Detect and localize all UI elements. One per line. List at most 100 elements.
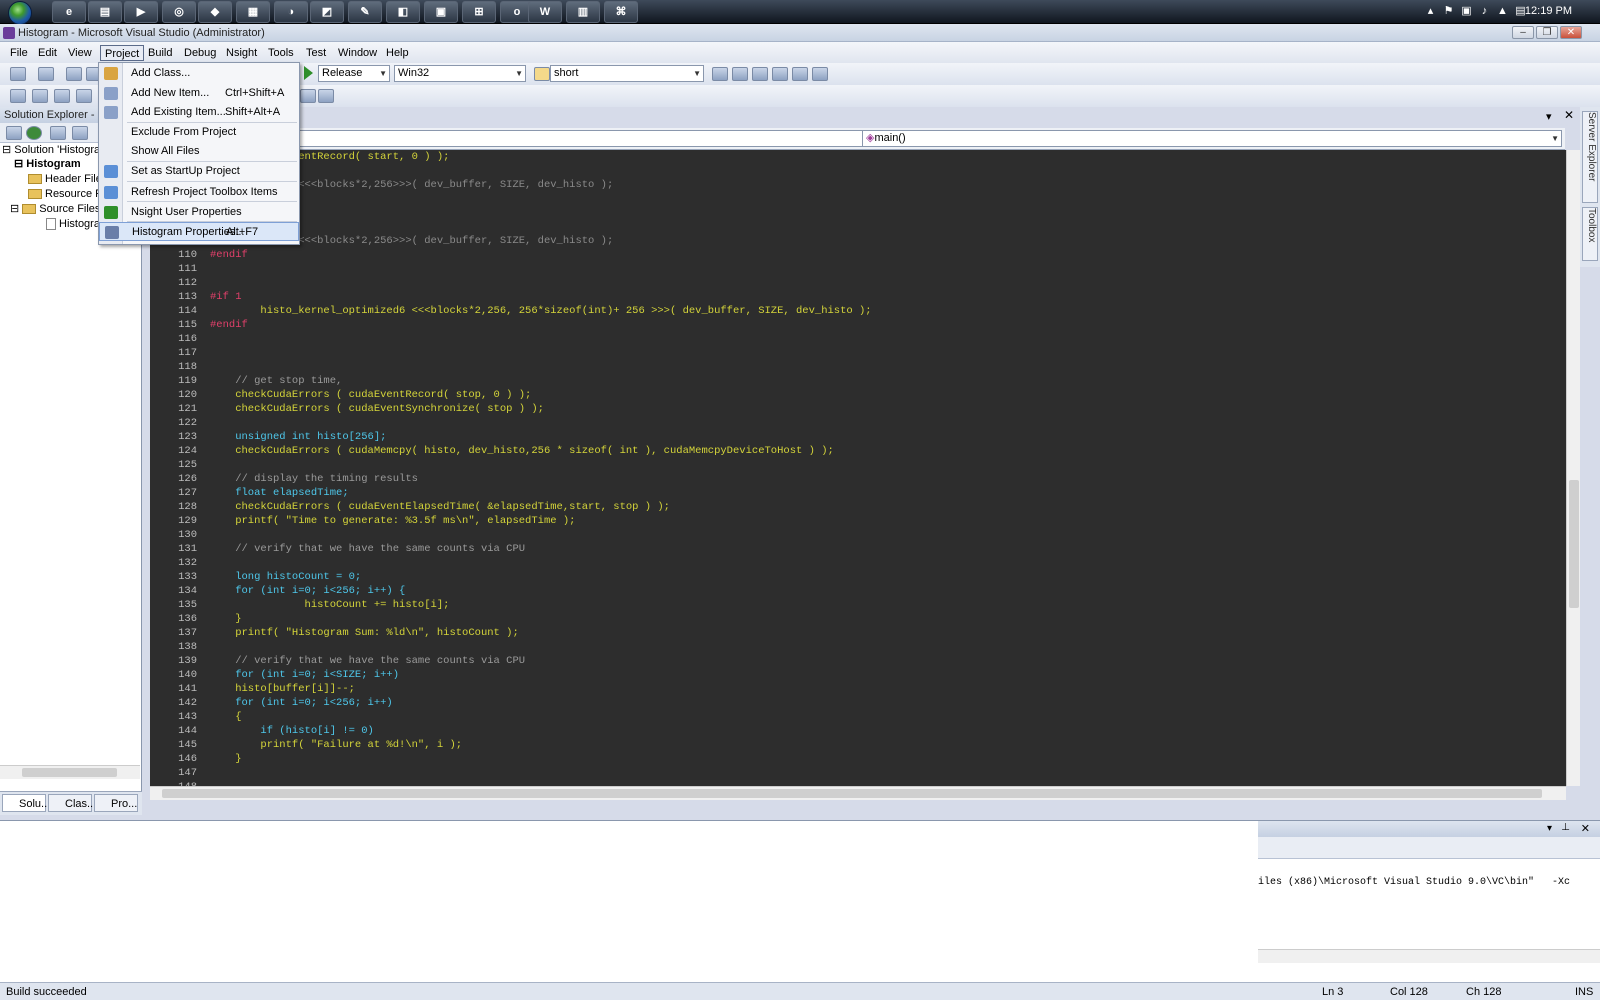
chevron-up-icon[interactable]: ▴ [1424, 5, 1437, 18]
clock[interactable]: 12:19 PM [1525, 5, 1572, 17]
taskbar-app-11-icon[interactable]: ▣ [424, 1, 458, 23]
maximize-button[interactable]: ❐ [1536, 26, 1558, 39]
find-combo[interactable]: short ▼ [550, 65, 704, 82]
output-horizontal-scrollbar[interactable] [1258, 949, 1600, 963]
window-icon[interactable] [812, 67, 828, 81]
drive-icon[interactable]: ▲ [1496, 5, 1509, 18]
menu-build[interactable]: Build [144, 45, 176, 61]
taskbar-app-6-icon[interactable]: ▦ [236, 1, 270, 23]
menu-debug[interactable]: Debug [180, 45, 220, 61]
close-editor-icon[interactable]: ✕ [1564, 108, 1574, 122]
scrollbar-thumb[interactable] [22, 768, 117, 777]
tree-toggle[interactable]: ⊟ [14, 158, 23, 170]
outdent-icon[interactable] [32, 89, 48, 103]
menu-tools[interactable]: Tools [264, 45, 298, 61]
code-text: // display the timing results [210, 473, 418, 485]
start-page-icon[interactable] [792, 67, 808, 81]
toolbox-icon[interactable] [772, 67, 788, 81]
network-icon[interactable]: ▣ [1460, 5, 1473, 18]
find-in-files-icon[interactable] [712, 67, 728, 81]
platform-combo[interactable]: Win32 ▼ [394, 65, 526, 82]
new-project-icon[interactable] [10, 67, 26, 81]
tab-toolbox[interactable]: Toolbox [1582, 207, 1598, 261]
taskbar-media-player-icon[interactable]: ▶ [124, 1, 158, 23]
chevron-down-icon: ▼ [693, 69, 701, 78]
menu-item-add-new-item[interactable]: Add New Item... Ctrl+Shift+A [99, 84, 299, 103]
uncomment-icon[interactable] [76, 89, 92, 103]
tab-server-explorer[interactable]: Server Explorer [1582, 111, 1598, 203]
menu-item-add-class[interactable]: Add Class... [99, 64, 299, 83]
menu-item-refresh-project-toolbox-items[interactable]: Refresh Project Toolbox Items [99, 183, 299, 202]
comment-icon[interactable] [54, 89, 70, 103]
menu-item-histogram-properties[interactable]: Histogram Properties... Alt+F7 [99, 222, 299, 241]
tab-solution-explorer[interactable]: Solu... [2, 794, 50, 812]
taskbar-app-10-icon[interactable]: ◧ [386, 1, 420, 23]
taskbar-app-7-icon[interactable]: ◑ [274, 1, 308, 23]
menu-project[interactable]: Project [100, 45, 145, 61]
tab-property-manager[interactable]: Pro... [94, 794, 138, 812]
editor-horizontal-scrollbar[interactable] [150, 786, 1566, 800]
tree-toggle[interactable]: ⊟ [10, 203, 19, 215]
close-button[interactable]: ✕ [1560, 26, 1582, 39]
menu-view[interactable]: View [64, 45, 96, 61]
tree-item-source-file[interactable]: Histogra [46, 217, 100, 231]
show-all-files-icon[interactable] [50, 126, 66, 140]
line-number: 122 [178, 417, 197, 429]
code-editor[interactable]: rrors ( cudaEventRecord( start, 0 ) ); el… [150, 150, 1566, 786]
menu-nsight[interactable]: Nsight [222, 45, 261, 61]
menu-help[interactable]: Help [382, 45, 413, 61]
properties-icon[interactable] [6, 126, 22, 140]
refresh-icon[interactable] [26, 126, 42, 140]
view-class-diagram-icon[interactable] [72, 126, 88, 140]
find-icon[interactable] [534, 67, 550, 81]
tree-item-source-files[interactable]: ⊟ Source Files [10, 202, 100, 216]
menu-item-exclude-from-project[interactable]: Exclude From Project [99, 123, 299, 142]
scrollbar-thumb[interactable] [1569, 480, 1579, 608]
tree-item-solution[interactable]: ⊟ Solution 'Histogram' [2, 143, 111, 157]
solution-explorer-icon[interactable] [732, 67, 748, 81]
close-icon[interactable]: ✕ [1581, 822, 1590, 835]
bookmark-icon[interactable] [300, 89, 316, 103]
pin-icon[interactable]: ⊥ [1561, 822, 1570, 833]
tab-class-view[interactable]: Clas... [48, 794, 96, 812]
next-bookmark-icon[interactable] [318, 89, 334, 103]
editor-vertical-scrollbar[interactable] [1566, 150, 1580, 786]
tree-item-resource-files[interactable]: Resource Fi [28, 187, 104, 201]
open-folder-icon[interactable] [66, 67, 82, 81]
speaker-icon[interactable]: ♪ [1478, 5, 1491, 18]
add-item-icon[interactable] [38, 67, 54, 81]
start-button[interactable] [2, 0, 40, 25]
tree-item-header-files[interactable]: Header Files [28, 172, 107, 186]
menu-item-show-all-files[interactable]: Show All Files [99, 142, 299, 161]
taskbar-file-explorer-icon[interactable]: ▤ [88, 1, 122, 23]
taskbar-app-5-icon[interactable]: ◆ [198, 1, 232, 23]
scrollbar-thumb[interactable] [162, 789, 1542, 798]
menu-file[interactable]: File [6, 45, 32, 61]
horizontal-scrollbar[interactable] [0, 765, 140, 779]
taskbar-app-16-icon[interactable]: ⌘ [604, 1, 638, 23]
taskbar-app-9-icon[interactable]: ✎ [348, 1, 382, 23]
configuration-combo[interactable]: Release ▼ [318, 65, 390, 82]
menu-window[interactable]: Window [334, 45, 381, 61]
taskbar-app-15-icon[interactable]: ▥ [566, 1, 600, 23]
taskbar-internet-explorer-icon[interactable]: e [52, 1, 86, 23]
taskbar-chrome-icon[interactable]: ◎ [162, 1, 196, 23]
flag-icon[interactable]: ⚑ [1442, 5, 1455, 18]
chevron-down-icon[interactable]: ▾ [1547, 823, 1552, 834]
taskbar-word-icon[interactable]: W [528, 1, 562, 23]
indent-icon[interactable] [10, 89, 26, 103]
menu-item-add-existing-item[interactable]: Add Existing Item... Shift+Alt+A [99, 103, 299, 122]
menu-item-nsight-user-properties[interactable]: Nsight User Properties [99, 203, 299, 222]
menu-test[interactable]: Test [302, 45, 330, 61]
pane-chevron-down-icon[interactable]: ▾ [1546, 110, 1552, 123]
start-debugging-icon[interactable] [304, 66, 313, 80]
taskbar-app-12-icon[interactable]: ⊞ [462, 1, 496, 23]
taskbar-app-8-icon[interactable]: ◩ [310, 1, 344, 23]
menu-edit[interactable]: Edit [34, 45, 61, 61]
tree-item-project[interactable]: ⊟ Histogram [14, 157, 81, 171]
function-combo[interactable]: ◈main() ▼ [862, 130, 1562, 147]
menu-item-set-as-startup-project[interactable]: Set as StartUp Project [99, 162, 299, 181]
properties-icon[interactable] [752, 67, 768, 81]
minimize-button[interactable]: – [1512, 26, 1534, 39]
tree-toggle[interactable]: ⊟ [2, 144, 11, 156]
